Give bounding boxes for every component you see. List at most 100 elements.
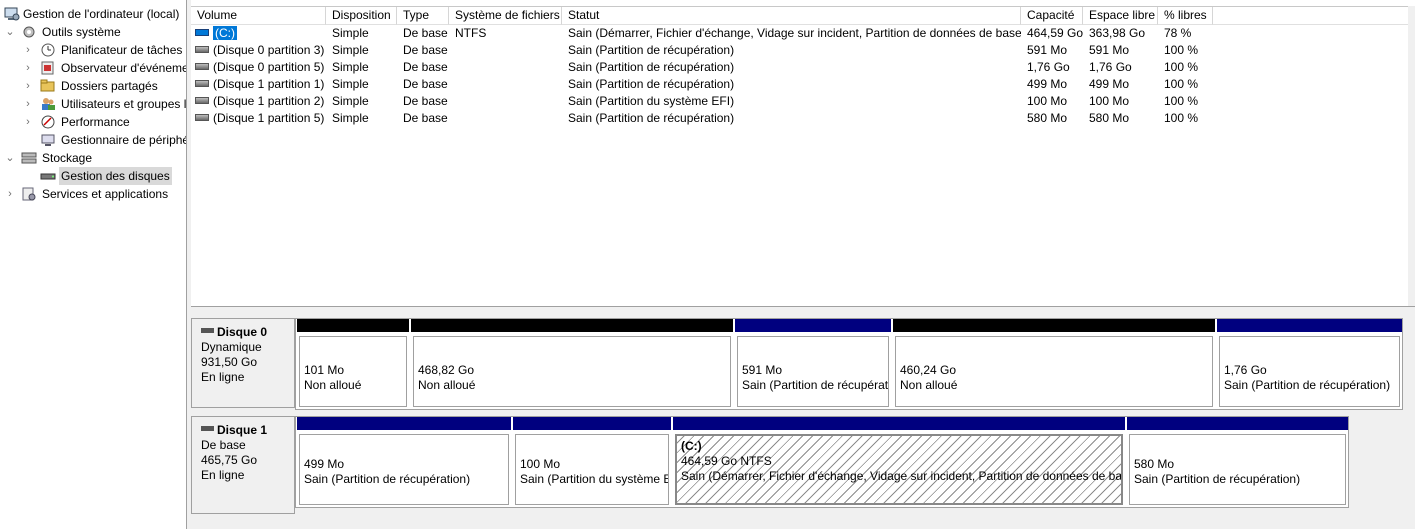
column-header-capacity[interactable]: Capacité [1021,7,1083,25]
cell-percent-free: 78 % [1164,26,1192,40]
tree-label: Dossiers partagés [61,79,158,93]
cell-volume: (Disque 1 partition 2) [213,94,325,108]
event-viewer-icon [40,60,56,76]
cell-status: Sain (Partition de récupération) [568,43,735,57]
cell-filesystem [455,76,562,93]
partition-size: 464,59 Go NTFS [681,454,772,468]
tree-label: Observateur d'événeme [61,61,186,75]
vertical-scrollbar[interactable] [1408,6,1415,306]
cell-layout: Simple [332,26,369,40]
performance-icon [40,114,56,130]
chevron-right-icon[interactable]: › [22,41,34,59]
partition-status: Non alloué [304,378,362,392]
partition-block[interactable]: 580 Mo Sain (Partition de récupération) [1127,417,1348,507]
cell-free-space: 499 Mo [1089,77,1130,91]
partition-bar [513,417,671,430]
cell-free-space: 591 Mo [1089,43,1130,57]
cell-capacity: 591 Mo [1027,43,1068,57]
cell-volume: (Disque 1 partition 5) [213,111,325,125]
table-row[interactable]: (Disque 0 partition 3) Simple De base Sa… [191,42,1408,59]
volume-icon [195,29,209,37]
disk-size: 931,50 Go [201,355,258,369]
disk-name: Disque 0 [217,325,268,339]
table-row[interactable]: (Disque 1 partition 5) Simple De base Sa… [191,110,1408,127]
cell-status: Sain (Partition de récupération) [568,77,735,91]
partition-status: Sain (Partition de récupération) [1134,472,1301,486]
tree-label: Planificateur de tâches [61,43,183,57]
partition-size: 580 Mo [1134,457,1175,471]
cell-type: De base [403,60,448,74]
column-header-free-space[interactable]: Espace libre [1083,7,1158,25]
disk-management-pane: Volume Disposition Type Système de fichi… [191,0,1415,529]
chevron-down-icon[interactable]: ⌄ [4,149,16,167]
volume-icon [195,97,209,105]
column-header-layout[interactable]: Disposition [326,7,397,25]
partition-block-selected[interactable]: (C:) 464,59 Go NTFS Sain (Démarrer, Fich… [673,417,1125,507]
partition-status: Sain (Partition de récupération) [1224,378,1391,392]
storage-icon [21,150,37,166]
table-row[interactable]: (Disque 0 partition 5) Simple De base Sa… [191,59,1408,76]
table-row[interactable]: (Disque 1 partition 2) Simple De base Sa… [191,93,1408,110]
cell-layout: Simple [332,60,369,74]
cell-type: De base [403,26,448,40]
cell-layout: Simple [332,111,369,125]
task-scheduler-icon [40,42,56,58]
disk-name: Disque 1 [217,423,268,437]
partition-status: Sain (Démarrer, Fichier d'échange, Vidag… [681,469,1123,483]
chevron-down-icon[interactable]: ⌄ [4,23,16,41]
partition-bar [297,319,409,332]
column-header-filesystem[interactable]: Système de fichiers [449,7,562,25]
partition-size: 1,76 Go [1224,363,1267,377]
table-row[interactable]: (C:) Simple De base NTFS Sain (Démarrer,… [191,25,1408,42]
cell-percent-free: 100 % [1164,111,1199,125]
disk-state: En ligne [201,370,245,384]
tree-label: Gestionnaire de périphé [61,133,186,147]
tree-label: Performance [61,115,130,129]
cell-status: Sain (Partition du système EFI) [568,94,735,108]
partition-status: Sain (Partition de récupérat [742,378,889,392]
cell-free-space: 100 Mo [1089,94,1130,108]
disk-kind: De base [201,438,246,452]
chevron-right-icon[interactable]: › [22,77,34,95]
cell-percent-free: 100 % [1164,43,1199,57]
cell-volume: (Disque 0 partition 5) [213,60,325,74]
cell-capacity: 1,76 Go [1027,60,1070,74]
partition-bar [673,417,1125,430]
cell-filesystem: NTFS [455,26,487,40]
chevron-right-icon[interactable]: › [22,59,34,77]
cell-volume: (Disque 0 partition 3) [213,43,325,57]
volume-icon [195,114,209,122]
column-header-status[interactable]: Statut [562,7,1021,25]
partition-block[interactable]: 460,24 Go Non alloué [893,319,1215,409]
partition-block[interactable]: 101 Mo Non alloué [297,319,409,409]
column-header-type[interactable]: Type [397,7,449,25]
column-header-filler [1213,7,1408,25]
column-header-volume[interactable]: Volume [191,7,326,25]
cell-capacity: 100 Mo [1027,94,1068,108]
disk-0-label[interactable]: Disque 0 Dynamique 931,50 Go En ligne [191,318,295,408]
column-header-percent-free[interactable]: % libres [1158,7,1213,25]
chevron-right-icon[interactable]: › [22,113,34,131]
partition-block[interactable]: 591 Mo Sain (Partition de récupérat [735,319,891,409]
partition-block[interactable]: 499 Mo Sain (Partition de récupération) [297,417,511,507]
partition-block[interactable]: 100 Mo Sain (Partition du système E [513,417,671,507]
table-row[interactable]: (Disque 1 partition 1) Simple De base Sa… [191,76,1408,93]
partition-bar [735,319,891,332]
volume-icon [195,46,209,54]
partition-block[interactable]: 468,82 Go Non alloué [411,319,733,409]
partition-bar [893,319,1215,332]
tree-label: Gestion des disques [59,167,172,185]
partition-label: (C:) [681,439,702,453]
disk-1-label[interactable]: Disque 1 De base 465,75 Go En ligne [191,416,295,514]
chevron-right-icon[interactable]: › [4,185,16,203]
cell-type: De base [403,77,448,91]
tree-label: Stockage [42,151,93,165]
chevron-right-icon[interactable]: › [22,95,34,113]
partition-size: 499 Mo [304,457,345,471]
disk-kind: Dynamique [201,340,262,354]
partition-status: Sain (Partition du système E [520,472,669,486]
partition-block[interactable]: 1,76 Go Sain (Partition de récupération) [1217,319,1402,409]
disk-icon [201,328,214,334]
cell-free-space: 363,98 Go [1089,26,1146,40]
cell-volume: (C:) [213,26,237,40]
